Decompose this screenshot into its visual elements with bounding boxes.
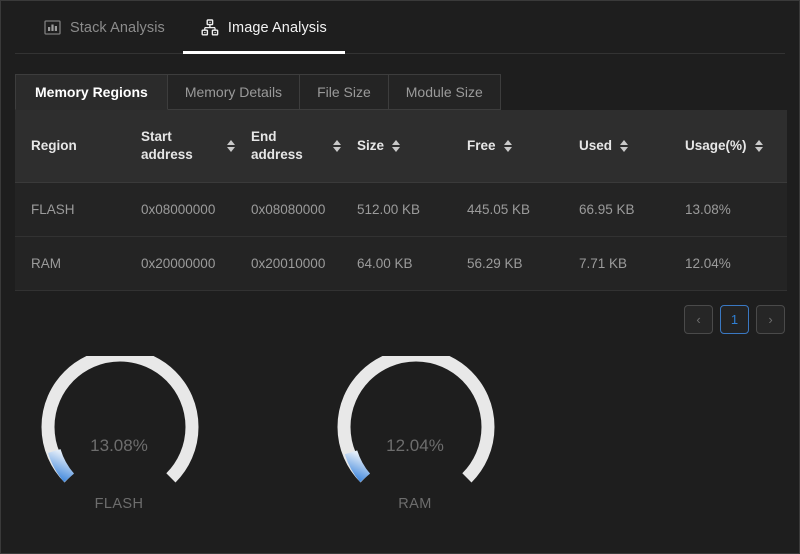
cell-start-address: 0x08000000 [125, 182, 235, 237]
subtab-memory-details-label: Memory Details [184, 84, 283, 100]
sort-toggle-used-icon[interactable] [620, 139, 629, 152]
pagination-next-button[interactable]: › [756, 304, 785, 334]
gauge-flash-label: FLASH [94, 495, 144, 512]
subtab-module-size[interactable]: Module Size [387, 74, 501, 110]
column-header-size-label: Size [357, 137, 385, 153]
table-head: Region Start address End address Size Fr… [15, 110, 787, 183]
subtab-memory-regions[interactable]: Memory Regions [15, 74, 168, 110]
sort-toggle-size-icon[interactable] [392, 139, 401, 152]
table-body: FLASH 0x08000000 0x08080000 512.00 KB 44… [15, 182, 787, 291]
usage-gauges: 13.08% FLASH 12.04% RAM [1, 334, 799, 516]
gauge-ram-value: 12.04% [386, 435, 444, 455]
bar-chart-icon [43, 19, 61, 37]
column-header-free[interactable]: Free [451, 110, 563, 183]
tab-stack-analysis[interactable]: Stack Analysis [25, 1, 183, 54]
cell-free: 445.05 KB [451, 182, 563, 237]
tab-image-analysis[interactable]: Image Analysis [182, 1, 345, 54]
table-row[interactable]: RAM 0x20000000 0x20010000 64.00 KB 56.29… [15, 236, 787, 291]
column-header-region: Region [15, 110, 125, 183]
column-header-used[interactable]: Used [563, 110, 669, 183]
column-header-usage[interactable]: Usage(%) [669, 110, 787, 183]
sort-toggle-end-address-icon[interactable] [333, 139, 341, 152]
cell-size: 512.00 KB [341, 182, 451, 237]
sitemap-icon [201, 19, 219, 37]
memory-regions-table: Region Start address End address Size Fr… [15, 110, 787, 291]
column-header-end-address-label: End address [251, 128, 303, 162]
column-header-start-address[interactable]: Start address [125, 110, 235, 183]
column-header-free-label: Free [467, 137, 496, 153]
pagination: ‹ 1 › [1, 291, 799, 334]
cell-used: 7.71 KB [563, 236, 669, 291]
subtab-memory-regions-label: Memory Regions [35, 84, 148, 100]
tab-stack-analysis-label: Stack Analysis [70, 19, 165, 36]
table-header-row: Region Start address End address Size Fr… [15, 110, 787, 183]
subtab-file-size[interactable]: File Size [299, 74, 389, 110]
cell-region: RAM [15, 236, 125, 291]
table-row[interactable]: FLASH 0x08000000 0x08080000 512.00 KB 44… [15, 182, 787, 237]
cell-free: 56.29 KB [451, 236, 563, 291]
gauge-flash: 13.08% FLASH [29, 355, 209, 516]
cell-end-address: 0x08080000 [235, 182, 341, 237]
sort-toggle-start-address-icon[interactable] [227, 139, 235, 152]
gauge-ram-track [337, 355, 495, 482]
cell-start-address: 0x20000000 [125, 236, 235, 291]
cell-used: 66.95 KB [563, 182, 669, 237]
gauge-flash-value: 13.08% [90, 435, 148, 455]
cell-usage: 12.04% [669, 236, 787, 291]
secondary-tab-bar: Memory Regions Memory Details File Size … [1, 54, 799, 110]
image-analysis-panel: Stack Analysis Image Analysis Memory Reg… [0, 0, 800, 554]
gauge-ram-fill [344, 449, 371, 482]
gauge-flash-track [41, 355, 199, 482]
memory-regions-table-container: Region Start address End address Size Fr… [15, 110, 787, 291]
tab-image-analysis-label: Image Analysis [227, 19, 327, 36]
subtab-file-size-label: File Size [317, 84, 371, 100]
gauge-ram-label: RAM [398, 495, 432, 512]
cell-end-address: 0x20010000 [235, 236, 341, 291]
primary-tab-bar: Stack Analysis Image Analysis [1, 1, 799, 54]
cell-size: 64.00 KB [341, 236, 451, 291]
cell-region: FLASH [15, 182, 125, 237]
pagination-page-1-button[interactable]: 1 [720, 304, 749, 334]
pagination-prev-button[interactable]: ‹ [684, 304, 713, 334]
subtab-memory-details[interactable]: Memory Details [166, 74, 301, 110]
column-header-end-address[interactable]: End address [235, 110, 341, 183]
column-header-size[interactable]: Size [341, 110, 451, 183]
sort-toggle-free-icon[interactable] [503, 139, 512, 152]
column-header-used-label: Used [579, 137, 613, 153]
column-header-usage-label: Usage(%) [685, 137, 747, 153]
cell-usage: 13.08% [669, 182, 787, 237]
column-header-start-address-label: Start address [141, 128, 193, 162]
gauge-ram: 12.04% RAM [325, 355, 505, 516]
subtab-module-size-label: Module Size [405, 84, 483, 100]
column-header-region-label: Region [31, 137, 77, 153]
sort-toggle-usage-icon[interactable] [754, 139, 763, 152]
